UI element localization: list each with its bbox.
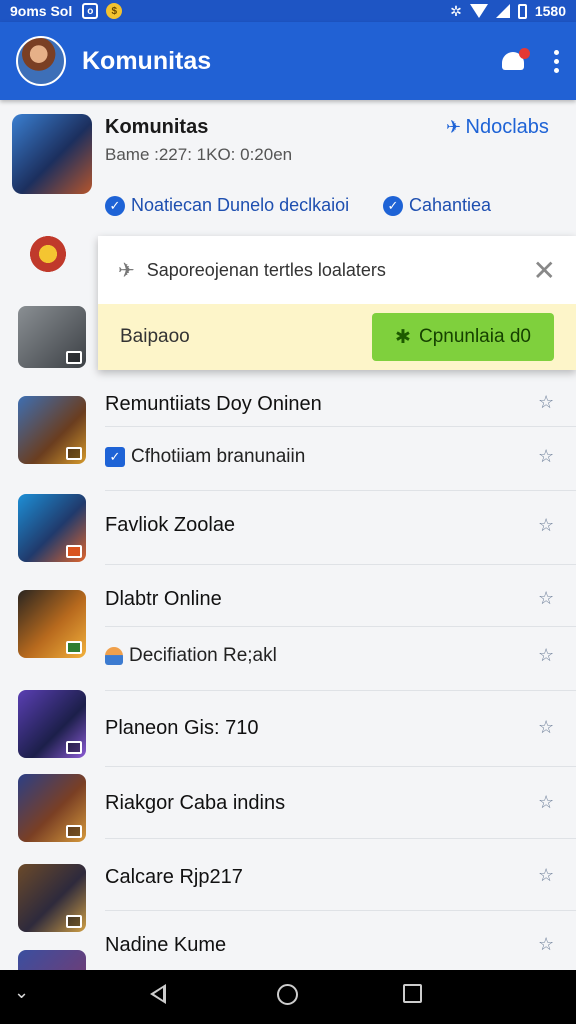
signal-icon <box>495 4 510 18</box>
check-icon: ✓ <box>383 195 403 216</box>
tag-verified-2[interactable]: ✓ Cahantiea <box>383 195 491 216</box>
list-item-sub-label: Cfhotiiam branunaiin <box>131 446 306 467</box>
list-item-sub-label: Decifiation Re;akl <box>129 645 277 666</box>
list-item-title[interactable]: Remuntiiats Doy Oninen <box>105 393 322 416</box>
list-item-subtitle: ✓ Cfhotiiam branunaiin <box>105 446 305 468</box>
divider <box>105 426 576 427</box>
star-icon[interactable]: ☆ <box>538 588 554 609</box>
popup-message: Saporeojenan tertles loalaters <box>146 259 386 280</box>
divider <box>105 690 576 691</box>
divider <box>105 910 576 911</box>
app-title: Komunitas <box>82 46 212 75</box>
star-icon[interactable]: ☆ <box>538 392 554 413</box>
star-icon[interactable]: ☆ <box>538 645 554 666</box>
list-item-title[interactable]: Nadine Kume <box>105 934 226 957</box>
list-item-subtitle: Decifiation Re;akl <box>105 645 277 667</box>
divider <box>105 838 576 839</box>
list-item-thumbnail[interactable] <box>18 864 86 932</box>
header-subtitle: Bame :227: 1KO: 0:20en <box>105 145 293 164</box>
clock: 1580 <box>534 3 566 19</box>
star-icon[interactable]: ☆ <box>538 865 554 886</box>
list-item-thumbnail[interactable] <box>18 690 86 758</box>
star-icon[interactable]: ☆ <box>538 934 554 955</box>
person-icon <box>105 646 123 665</box>
star-icon[interactable]: ☆ <box>538 792 554 813</box>
list-item-title[interactable]: Riakgor Caba indins <box>105 792 285 815</box>
list-item-thumbnail[interactable] <box>18 306 86 368</box>
pin-icon: ✈ <box>446 117 462 137</box>
back-icon-inner <box>154 988 163 1000</box>
app-bar: Komunitas <box>0 22 576 100</box>
list-item-thumbnail[interactable] <box>18 396 86 464</box>
tag-verified-1[interactable]: ✓ Noatiecan Dunelo declkaioi <box>105 195 349 216</box>
community-thumbnail[interactable] <box>12 114 92 194</box>
list-item-title[interactable]: Calcare Rjp217 <box>105 866 243 889</box>
list-item-title[interactable]: Favliok Zoolae <box>105 514 235 537</box>
game-logo-icon <box>30 236 66 272</box>
check-icon: ✓ <box>105 195 125 216</box>
divider <box>105 766 576 767</box>
tag-label: Noatiecan Dunelo declkaioi <box>131 195 350 215</box>
list-item-thumbnail[interactable] <box>18 590 86 658</box>
check-icon: ✓ <box>105 446 125 467</box>
list-item-title[interactable]: Dlabtr Online <box>105 588 222 611</box>
notification-dot <box>519 48 530 59</box>
settings-icon: ✲ <box>450 2 462 19</box>
status-bar: 9oms Sol o $ ✲ 1580 <box>0 0 576 22</box>
avatar[interactable] <box>16 36 66 86</box>
divider <box>105 490 576 491</box>
star-icon[interactable]: ☆ <box>538 717 554 738</box>
wifi-icon <box>469 4 488 18</box>
ndoclabs-link[interactable]: ✈ Ndoclabs <box>446 116 549 139</box>
list-item-thumbnail[interactable] <box>18 774 86 842</box>
list-item-thumbnail[interactable] <box>18 950 86 970</box>
divider <box>105 564 576 565</box>
star-icon[interactable]: ☆ <box>538 446 554 467</box>
notification-icon: o <box>82 3 99 19</box>
carrier-label: 9oms Sol <box>10 3 73 19</box>
chevron-down-icon[interactable]: ⌄ <box>14 982 29 1003</box>
popup-action-label: Cpnunlaia d0 <box>418 326 531 347</box>
star-icon[interactable]: ☆ <box>538 515 554 536</box>
coin-icon: $ <box>106 3 123 19</box>
popup-action-button[interactable]: ✱ Cpnunlaia d0 <box>372 313 554 361</box>
notification-popup: ✈ Saporeojenan tertles loalaters ✕ Baipa… <box>98 236 576 370</box>
header-title: Komunitas <box>105 116 209 138</box>
tag-label: Cahantiea <box>409 195 492 215</box>
battery-icon <box>517 3 527 19</box>
navigation-bar: ⌄ <box>0 970 576 1024</box>
list-item-title[interactable]: Planeon Gis: 710 <box>105 717 258 740</box>
pin-icon: ✈ <box>118 259 135 282</box>
gear-icon: ✱ <box>395 326 411 348</box>
close-icon[interactable]: ✕ <box>533 254 556 287</box>
popup-label: Baipaoo <box>120 326 190 347</box>
recent-apps-icon[interactable] <box>403 984 422 1003</box>
home-icon[interactable] <box>277 984 298 1005</box>
divider <box>105 626 576 627</box>
overflow-menu-icon[interactable] <box>554 49 560 73</box>
ndoclabs-link-label: Ndoclabs <box>465 116 549 138</box>
list-item-thumbnail[interactable] <box>18 494 86 562</box>
notification-bell-icon[interactable] <box>500 48 530 74</box>
